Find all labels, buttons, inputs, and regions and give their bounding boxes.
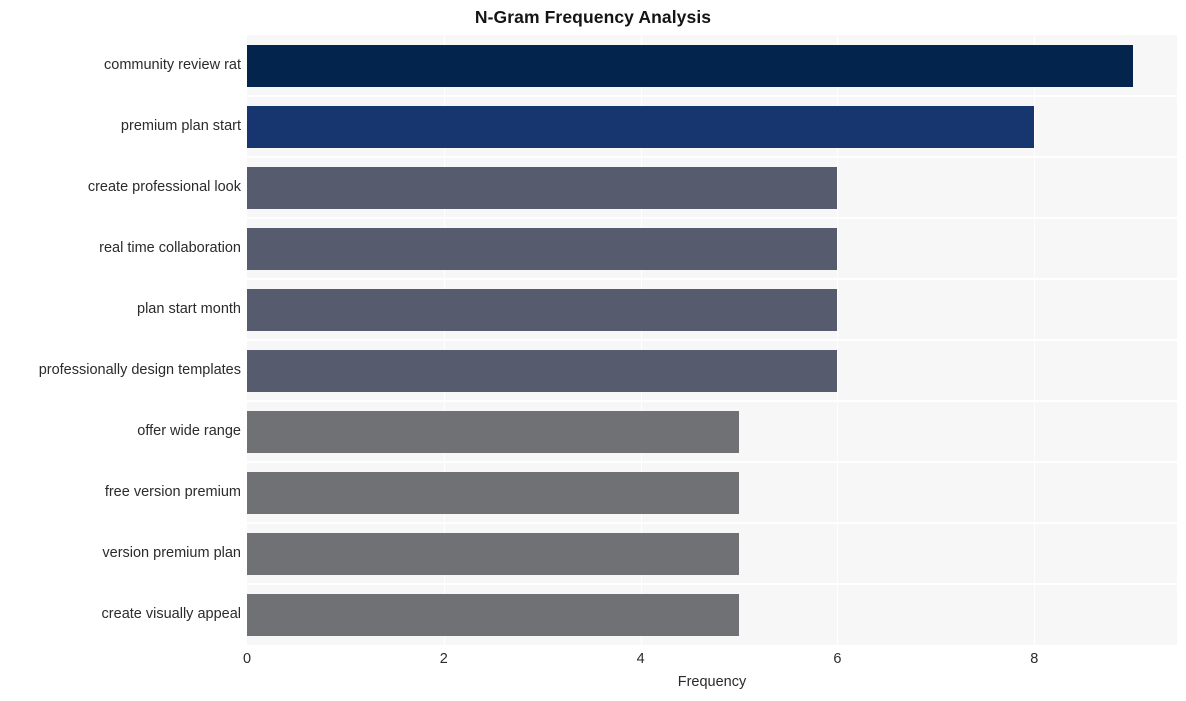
x-axis-tick-label: 2 (439, 651, 448, 667)
horizontal-gridline (247, 156, 1177, 158)
bar[interactable] (247, 288, 838, 331)
x-axis-tick-group: 0 2 4 6 8 (0, 651, 1186, 673)
x-axis-title: Frequency (677, 674, 747, 690)
bar[interactable] (247, 593, 740, 636)
y-axis-tick-label: real time collaboration (99, 239, 241, 256)
horizontal-gridline (247, 217, 1177, 219)
horizontal-gridline (247, 583, 1177, 585)
y-axis-tick-label: create professional look (87, 178, 241, 195)
bar[interactable] (247, 227, 838, 270)
y-axis-tick-label: offer wide range (137, 422, 241, 439)
horizontal-gridline (247, 522, 1177, 524)
bar[interactable] (247, 105, 1035, 148)
plot-area (247, 35, 1177, 645)
bar[interactable] (247, 410, 740, 453)
horizontal-gridline (247, 461, 1177, 463)
y-axis-tick-label: premium plan start (120, 117, 241, 134)
bar[interactable] (247, 166, 838, 209)
y-axis-tick-label: version premium plan (102, 544, 241, 561)
bar[interactable] (247, 349, 838, 392)
horizontal-gridline (247, 400, 1177, 402)
y-axis-label-group: community review rat premium plan start cr… (0, 0, 241, 701)
y-axis-tick-label: community review rat (104, 56, 241, 73)
x-axis-tick-label: 6 (833, 651, 842, 667)
y-axis-tick-label: professionally design templates (38, 361, 241, 378)
bar[interactable] (247, 532, 740, 575)
bar[interactable] (247, 471, 740, 514)
bar[interactable] (247, 44, 1133, 87)
y-axis-tick-label: plan start month (137, 300, 241, 317)
y-axis-tick-label: create visually appeal (101, 605, 241, 622)
horizontal-gridline (247, 339, 1177, 341)
x-axis-tick-label: 4 (636, 651, 645, 667)
horizontal-gridline (247, 278, 1177, 280)
chart-figure: N-Gram Frequency Analysis community revi… (0, 0, 1186, 701)
x-axis-tick-label: 8 (1030, 651, 1039, 667)
x-axis-tick-label: 0 (242, 651, 252, 667)
horizontal-gridline (247, 95, 1177, 97)
y-axis-tick-label: free version premium (104, 483, 241, 500)
